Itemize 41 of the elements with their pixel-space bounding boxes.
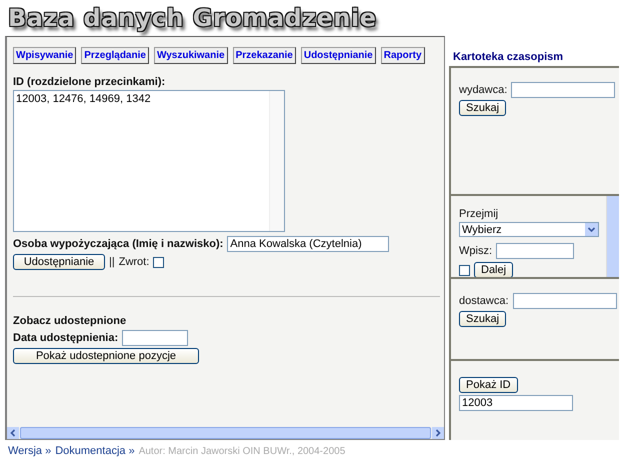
tab[interactable]: Udostępnianie <box>300 47 376 64</box>
return-checkbox[interactable] <box>153 256 164 268</box>
author-text: Autor: Marcin Jaworski OIN BUWr., 2004-2005 <box>138 446 346 456</box>
tab[interactable]: Raporty <box>380 47 425 64</box>
tab[interactable]: Przeglądanie <box>81 47 149 64</box>
separator-text: || <box>109 256 115 268</box>
footer-link[interactable]: Dokumentacja » <box>55 445 135 457</box>
show-id-button[interactable]: Pokaż ID <box>459 377 518 394</box>
supplier-label: dostawca: <box>459 294 509 307</box>
search-button[interactable]: Szukaj <box>459 310 506 327</box>
tab[interactable]: Wpisywanie <box>13 47 76 64</box>
page-title: Baza danych Gromadzenie <box>7 3 377 34</box>
enter-label: Wpisz: <box>459 245 492 258</box>
ids-label: ID (rozdzielone przecinkami): <box>13 76 166 88</box>
show-shared-button[interactable]: Pokaż udostepnione pozycje <box>13 348 199 364</box>
ids-textarea[interactable]: 12003, 12476, 14969, 1342 <box>13 90 285 232</box>
vertical-scrollbar[interactable] <box>606 196 619 277</box>
return-label: Zwrot: <box>118 256 150 268</box>
date-field[interactable] <box>122 330 188 346</box>
sidebar-title: Kartoteka czasopism <box>453 51 564 64</box>
borrower-field[interactable]: Anna Kowalska (Czytelnia) <box>227 236 390 252</box>
tab[interactable]: Przekazanie <box>232 47 296 64</box>
scroll-right-icon[interactable] <box>432 427 444 439</box>
footer-link[interactable]: Wersja » <box>8 445 52 457</box>
date-label: Data udostępnienia: <box>13 332 118 344</box>
take-over-label: Przejmij <box>459 208 500 220</box>
supplier-field[interactable] <box>512 292 617 309</box>
take-over-checkbox[interactable] <box>459 264 470 276</box>
tab[interactable]: Wyszukiwanie <box>154 47 228 64</box>
search-button[interactable]: Szukaj <box>459 100 506 116</box>
next-button[interactable]: Dalej <box>474 262 514 277</box>
enter-field[interactable] <box>496 243 574 260</box>
take-over-select[interactable]: Wybierz <box>459 222 599 238</box>
publisher-field[interactable] <box>511 82 616 98</box>
chevron-down-icon[interactable] <box>585 223 598 236</box>
borrower-label: Osoba wypożyczająca (Imię i nazwisko): <box>13 238 224 250</box>
publisher-label: wydawca: <box>459 84 508 96</box>
shared-heading: Zobacz udostepnione <box>13 315 128 327</box>
scroll-left-icon[interactable] <box>7 427 19 439</box>
lend-button[interactable]: Udostępnianie <box>13 254 105 270</box>
id-field[interactable]: 12003 <box>459 395 573 412</box>
